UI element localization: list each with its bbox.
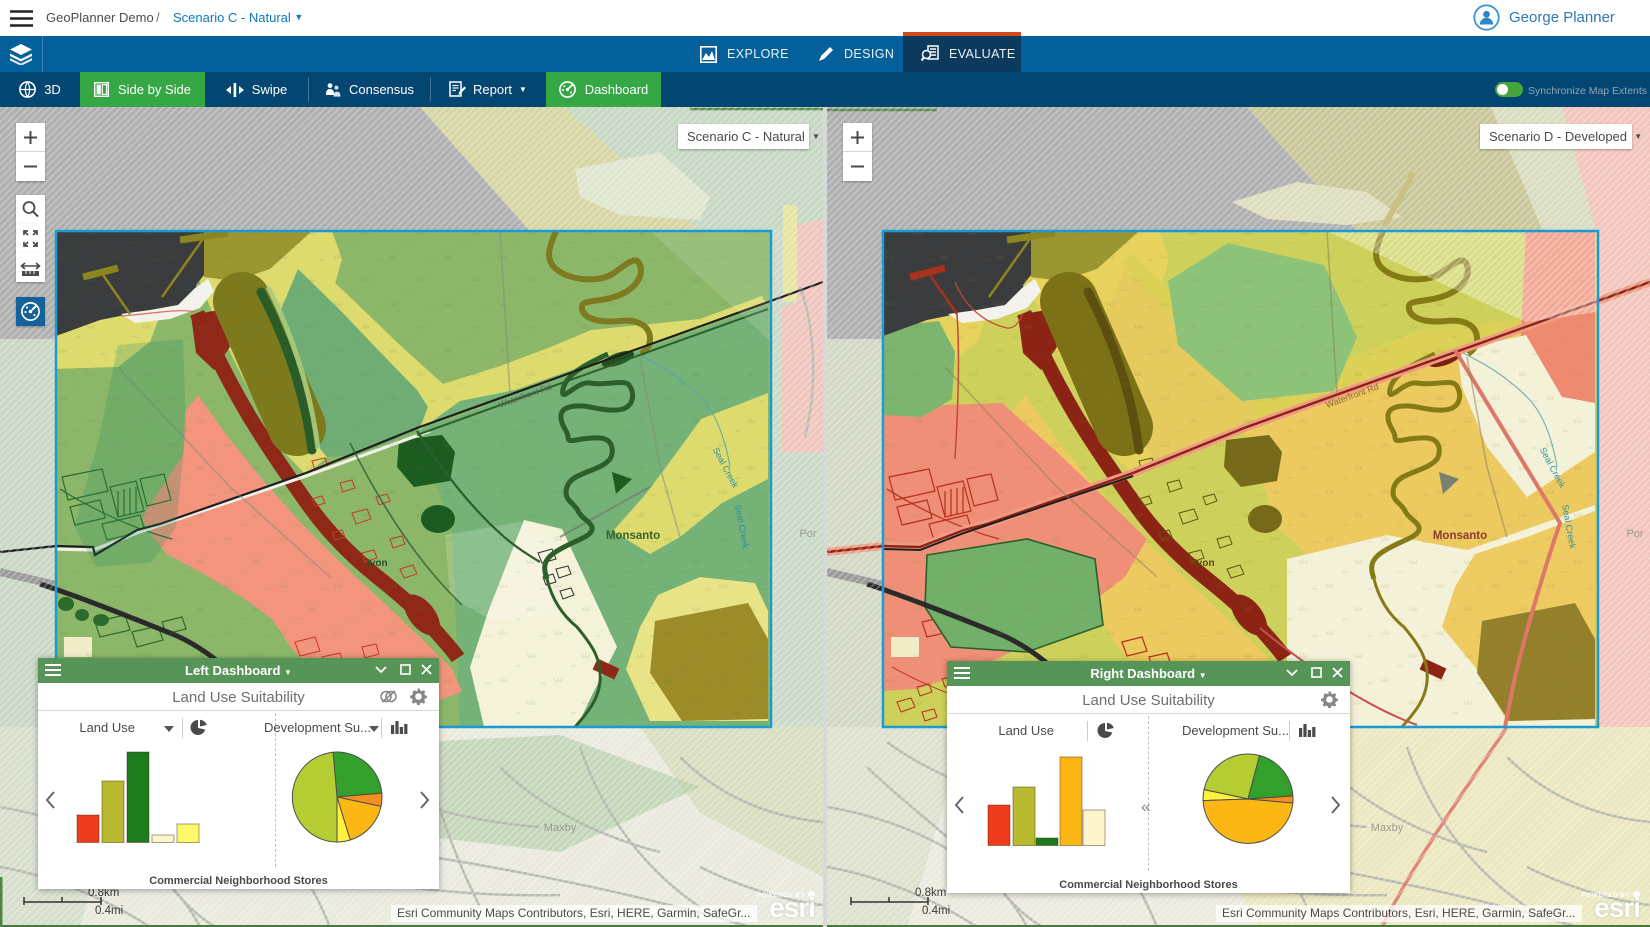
svg-text:Maxby: Maxby	[1371, 822, 1404, 834]
svg-text:Monsanto: Monsanto	[1433, 530, 1487, 542]
svg-text:0.8km: 0.8km	[915, 887, 946, 899]
svg-text:Maxby: Maxby	[544, 822, 577, 834]
svg-text:Monsanto: Monsanto	[606, 530, 660, 542]
svg-text:Ivon: Ivon	[367, 558, 388, 569]
svg-text:Por: Por	[1626, 528, 1643, 540]
svg-text:Ivon: Ivon	[1194, 558, 1215, 569]
svg-text:0.4mi: 0.4mi	[95, 905, 123, 917]
svg-text:0.4mi: 0.4mi	[922, 905, 950, 917]
svg-text:Por: Por	[799, 528, 816, 540]
